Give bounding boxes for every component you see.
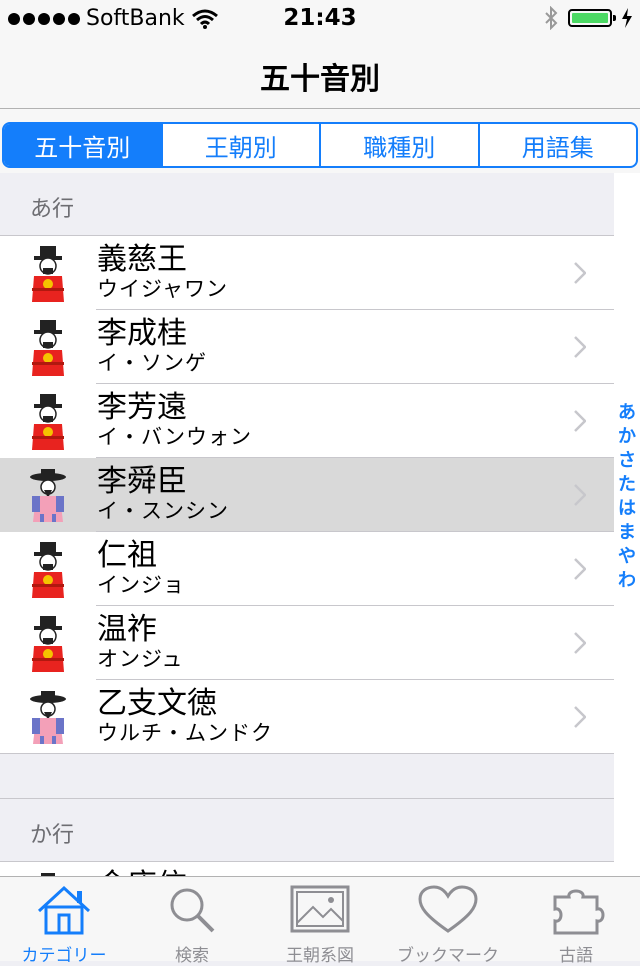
item-list[interactable]: あ行 義慈王 ウイジャワン 李成桂 イ・ソンゲ 李芳遠 イ・バンウォン 李舜臣 イ・スンシン 仁祖… xyxy=(0,173,614,876)
item-subtitle: インジョ xyxy=(97,573,185,597)
tab-label: ブックマーク xyxy=(397,946,499,966)
item-title: 金庾信 xyxy=(97,868,187,876)
chevron-right-icon xyxy=(574,262,587,284)
tab-2[interactable]: 王朝系図 xyxy=(256,877,384,966)
segmented-bar: 五十音別 王朝別 職種別 用語集 xyxy=(0,109,640,173)
item-title: 義慈王 xyxy=(97,242,187,277)
chevron-right-icon xyxy=(574,484,587,506)
bluetooth-icon xyxy=(545,6,558,30)
section-header-label: か行 xyxy=(30,823,75,848)
page-title: 五十音別 xyxy=(260,62,380,97)
index-letter[interactable]: か xyxy=(618,425,636,449)
chevron-right-icon xyxy=(574,706,587,728)
king-icon xyxy=(28,614,68,672)
tab-0[interactable]: カテゴリー xyxy=(0,877,128,966)
chevron-right-icon xyxy=(574,632,587,654)
section-header-label: あ行 xyxy=(30,197,75,222)
segment-3[interactable]: 用語集 xyxy=(477,124,637,166)
list-item[interactable]: 金庾信 xyxy=(0,862,614,876)
charging-icon xyxy=(622,8,632,28)
item-subtitle: ウルチ・ムンドク xyxy=(97,721,273,745)
item-title: 仁祖 xyxy=(97,538,157,573)
battery-icon xyxy=(568,9,616,27)
index-letter[interactable]: た xyxy=(618,473,636,497)
official-icon xyxy=(28,688,68,746)
king-icon xyxy=(28,392,68,450)
list-item[interactable]: 李芳遠 イ・バンウォン xyxy=(0,384,614,458)
list-item[interactable]: 李舜臣 イ・スンシン xyxy=(0,458,614,532)
home-icon xyxy=(33,877,95,939)
index-letter[interactable]: わ xyxy=(618,569,636,593)
chevron-right-icon xyxy=(574,410,587,432)
list-item[interactable]: 乙支文徳 ウルチ・ムンドク xyxy=(0,680,614,754)
tab-1[interactable]: 検索 xyxy=(128,877,256,966)
index-letter[interactable]: は xyxy=(618,497,636,521)
index-letter[interactable]: ま xyxy=(618,521,636,545)
index-letter[interactable]: あ xyxy=(618,401,636,425)
tab-label: 古語 xyxy=(559,946,593,966)
king-icon xyxy=(28,318,68,376)
puzzle-icon xyxy=(545,877,607,939)
chevron-right-icon xyxy=(574,336,587,358)
section-index: あかさたはまやわ xyxy=(614,173,640,876)
item-subtitle: ウイジャワン xyxy=(97,277,228,301)
index-letter[interactable]: や xyxy=(618,545,636,569)
section-header: か行 xyxy=(0,799,614,862)
tab-label: カテゴリー xyxy=(21,946,107,966)
chevron-right-icon xyxy=(574,558,587,580)
section-gap xyxy=(0,754,614,799)
segment-2[interactable]: 職種別 xyxy=(319,124,478,166)
heart-icon xyxy=(417,877,479,939)
item-subtitle: オンジュ xyxy=(97,647,184,671)
item-subtitle: イ・バンウォン xyxy=(97,425,253,449)
section-index-letters: あかさたはまやわ xyxy=(614,401,640,593)
tab-bar: カテゴリー 検索 王朝系図 ブックマーク 古語 xyxy=(0,876,640,966)
tab-4[interactable]: 古語 xyxy=(512,877,640,966)
list-item[interactable]: 温祚 オンジュ xyxy=(0,606,614,680)
tab-label: 王朝系図 xyxy=(286,946,354,966)
list-item[interactable]: 義慈王 ウイジャワン xyxy=(0,236,614,310)
status-right xyxy=(544,6,632,30)
list-item[interactable]: 李成桂 イ・ソンゲ xyxy=(0,310,614,384)
search-icon xyxy=(161,877,223,939)
segment-0[interactable]: 五十音別 xyxy=(4,124,161,166)
tab-3[interactable]: ブックマーク xyxy=(384,877,512,966)
item-subtitle: イ・スンシン xyxy=(97,499,229,523)
index-letter[interactable]: さ xyxy=(618,449,636,473)
item-subtitle: イ・ソンゲ xyxy=(97,351,207,375)
tab-label: 検索 xyxy=(175,946,209,966)
navigation-bar: 五十音別 xyxy=(0,40,640,109)
item-title: 李舜臣 xyxy=(97,464,187,499)
list-item[interactable]: 仁祖 インジョ xyxy=(0,532,614,606)
item-title: 乙支文徳 xyxy=(97,686,217,721)
official-icon xyxy=(28,466,68,524)
segment-1[interactable]: 王朝別 xyxy=(160,124,320,166)
item-title: 李芳遠 xyxy=(97,390,187,425)
section-header: あ行 xyxy=(0,173,614,236)
row-separator xyxy=(0,753,614,754)
item-title: 李成桂 xyxy=(97,316,187,351)
king-icon xyxy=(28,540,68,598)
item-title: 温祚 xyxy=(97,612,157,647)
status-bar: SoftBank 21:43 xyxy=(0,0,640,40)
segmented-control: 五十音別 王朝別 職種別 用語集 xyxy=(2,122,638,168)
king-icon xyxy=(28,244,68,302)
image-icon xyxy=(289,877,351,939)
